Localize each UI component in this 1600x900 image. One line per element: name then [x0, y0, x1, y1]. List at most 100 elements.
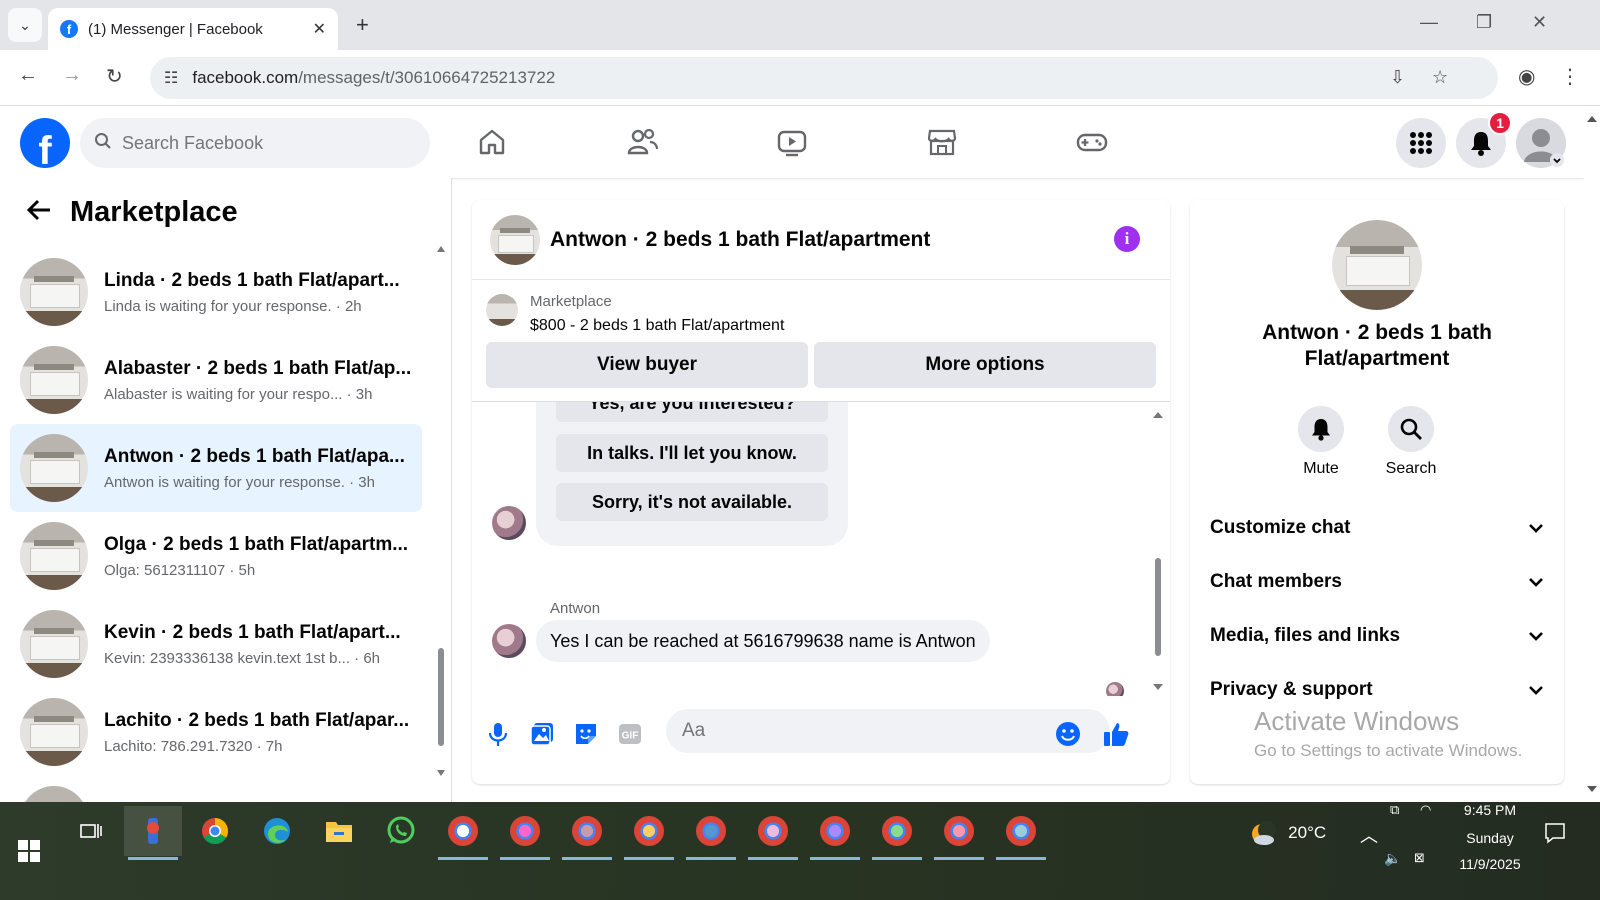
- sender-avatar[interactable]: [492, 624, 526, 658]
- mute-action[interactable]: Mute: [1286, 406, 1356, 478]
- forward-arrow-icon[interactable]: →: [62, 64, 82, 87]
- whatsapp-icon[interactable]: [372, 806, 430, 856]
- photo-gallery-icon[interactable]: [528, 720, 556, 748]
- edge-icon[interactable]: [248, 806, 306, 856]
- meet-now-icon[interactable]: ⧉: [1390, 802, 1399, 818]
- conversation-item-alabaster[interactable]: Alabaster · 2 beds 1 bath Flat/ap... Alab…: [10, 336, 422, 424]
- chrome-profile-window-icon[interactable]: [930, 806, 988, 860]
- clock-day: Sunday: [1466, 830, 1514, 846]
- media-files-links-row[interactable]: Media, files and links: [1210, 616, 1544, 656]
- chrome-menu-icon[interactable]: ⋮: [1560, 64, 1580, 89]
- chrome-profile-window-icon[interactable]: [434, 806, 492, 860]
- bookmark-star-icon[interactable]: ☆: [1432, 67, 1448, 88]
- conversation-name: Alabaster · 2 beds 1 bath Flat/ap...: [104, 357, 412, 379]
- listing-thumbnail: [20, 434, 88, 502]
- view-buyer-button[interactable]: View buyer: [486, 342, 808, 388]
- chrome-profile-window-icon[interactable]: [992, 806, 1050, 860]
- message-bubble[interactable]: Yes I can be reached at 5616799638 name …: [536, 620, 990, 662]
- search-action[interactable]: Search: [1376, 406, 1446, 478]
- emoji-icon[interactable]: [1054, 720, 1082, 748]
- chrome-icon[interactable]: [186, 806, 244, 856]
- facebook-logo-icon[interactable]: f: [20, 118, 70, 168]
- listing-thumbnail: [20, 258, 88, 326]
- gaming-icon[interactable]: [1074, 124, 1110, 160]
- privacy-support-row[interactable]: Privacy & support: [1210, 670, 1544, 710]
- home-icon[interactable]: [474, 124, 510, 160]
- install-app-icon[interactable]: ⇩: [1390, 67, 1405, 88]
- network-icon[interactable]: ⊠: [1414, 850, 1425, 866]
- minimize-icon[interactable]: —: [1420, 12, 1438, 33]
- watch-video-icon[interactable]: [774, 124, 810, 160]
- conversation-item-partial[interactable]: [10, 776, 422, 802]
- gif-icon[interactable]: GIF: [616, 720, 644, 748]
- windows-start-icon[interactable]: [18, 840, 40, 862]
- more-options-button[interactable]: More options: [814, 342, 1156, 388]
- wifi-icon[interactable]: ◠: [1420, 802, 1431, 818]
- back-arrow-icon[interactable]: ←: [18, 64, 38, 87]
- chat-listing-thumbnail[interactable]: [490, 214, 540, 265]
- tab-close-icon[interactable]: ✕: [313, 19, 326, 39]
- sidebar-scrollbar[interactable]: [436, 244, 446, 784]
- chat-panel: Antwon · 2 beds 1 bath Flat/apartment i …: [472, 200, 1170, 784]
- listing-thumbnail: [20, 698, 88, 766]
- volume-icon[interactable]: 🔈: [1384, 850, 1401, 867]
- bell-icon[interactable]: [1298, 406, 1344, 452]
- notification-center-icon[interactable]: [1544, 822, 1566, 848]
- taskbar-app-pinned[interactable]: [124, 806, 182, 860]
- chrome-profile-window-icon[interactable]: [806, 806, 864, 860]
- marketplace-icon[interactable]: [924, 124, 960, 160]
- chrome-profile-window-icon[interactable]: [868, 806, 926, 860]
- restore-icon[interactable]: ❐: [1476, 12, 1492, 33]
- message-input[interactable]: [666, 709, 1110, 753]
- chrome-profile-window-icon[interactable]: [496, 806, 554, 860]
- quick-reply-not-available[interactable]: Sorry, it's not available.: [556, 483, 828, 521]
- search-label: Search: [1385, 460, 1437, 477]
- browser-tab[interactable]: f (1) Messenger | Facebook ✕: [48, 8, 338, 50]
- quick-reply-interested[interactable]: Yes, are you interested?: [556, 402, 828, 422]
- quick-replies-card: Yes, are you interested? In talks. I'll …: [536, 402, 848, 546]
- chrome-profile-window-icon[interactable]: [620, 806, 678, 860]
- chat-scrollbar[interactable]: [1152, 410, 1164, 700]
- task-view-icon[interactable]: [62, 806, 120, 856]
- sender-avatar[interactable]: [492, 506, 526, 540]
- chrome-profile-window-icon[interactable]: [744, 806, 802, 860]
- conversation-item-linda[interactable]: Linda · 2 beds 1 bath Flat/apart... Linda…: [10, 248, 422, 336]
- quick-reply-in-talks[interactable]: In talks. I'll let you know.: [556, 434, 828, 472]
- sticker-icon[interactable]: [572, 720, 600, 748]
- tab-search-chevron-icon[interactable]: ⌄: [8, 8, 42, 42]
- conversation-item-lachito[interactable]: Lachito · 2 beds 1 bath Flat/apar... Lach…: [10, 688, 422, 776]
- search-icon: [94, 132, 112, 155]
- facebook-search-input[interactable]: [122, 132, 402, 154]
- thumbs-up-icon[interactable]: [1102, 720, 1130, 748]
- file-explorer-icon[interactable]: [310, 806, 368, 856]
- conversation-item-kevin[interactable]: Kevin · 2 beds 1 bath Flat/apart... Kevin…: [10, 600, 422, 688]
- conversation-item-olga[interactable]: Olga · 2 beds 1 bath Flat/apartm... Olga:…: [10, 512, 422, 600]
- reload-icon[interactable]: ↻: [106, 64, 123, 89]
- page-scrollbar[interactable]: [1584, 106, 1600, 802]
- friends-icon[interactable]: [624, 124, 660, 160]
- chat-title[interactable]: Antwon · 2 beds 1 bath Flat/apartment: [550, 228, 930, 252]
- chat-members-row[interactable]: Chat members: [1210, 562, 1544, 602]
- marketplace-listing-strip: Marketplace $800 - 2 beds 1 bath Flat/ap…: [472, 280, 1170, 402]
- watermark-title: Activate Windows: [1254, 706, 1460, 736]
- chevron-up-icon[interactable]: ︿: [1360, 822, 1378, 848]
- back-arrow-icon[interactable]: [26, 198, 52, 229]
- weather-widget[interactable]: 20°C: [1250, 820, 1326, 848]
- address-bar[interactable]: ☷ facebook.com/messages/t/30610664725213…: [150, 57, 1498, 99]
- search-icon[interactable]: [1388, 406, 1434, 452]
- window-close-icon[interactable]: ✕: [1532, 12, 1547, 33]
- customize-chat-row[interactable]: Customize chat: [1210, 508, 1544, 548]
- microphone-icon[interactable]: [484, 720, 512, 748]
- clock[interactable]: 9:45 PM Sunday 11/9/2025: [1452, 802, 1528, 872]
- profile-icon[interactable]: ◉: [1518, 64, 1535, 89]
- account-avatar[interactable]: [1516, 118, 1566, 168]
- conversation-item-antwon[interactable]: Antwon · 2 beds 1 bath Flat/apa... Antwon…: [10, 424, 422, 512]
- facebook-search-box[interactable]: [80, 118, 430, 168]
- chevron-down-icon: [1528, 682, 1544, 698]
- menu-grid-icon[interactable]: [1396, 118, 1446, 168]
- info-icon[interactable]: i: [1114, 226, 1140, 252]
- chrome-profile-window-icon[interactable]: [558, 806, 616, 860]
- site-settings-icon[interactable]: ☷: [164, 68, 178, 88]
- new-tab-plus-icon[interactable]: +: [356, 12, 369, 38]
- chrome-profile-window-icon[interactable]: [682, 806, 740, 860]
